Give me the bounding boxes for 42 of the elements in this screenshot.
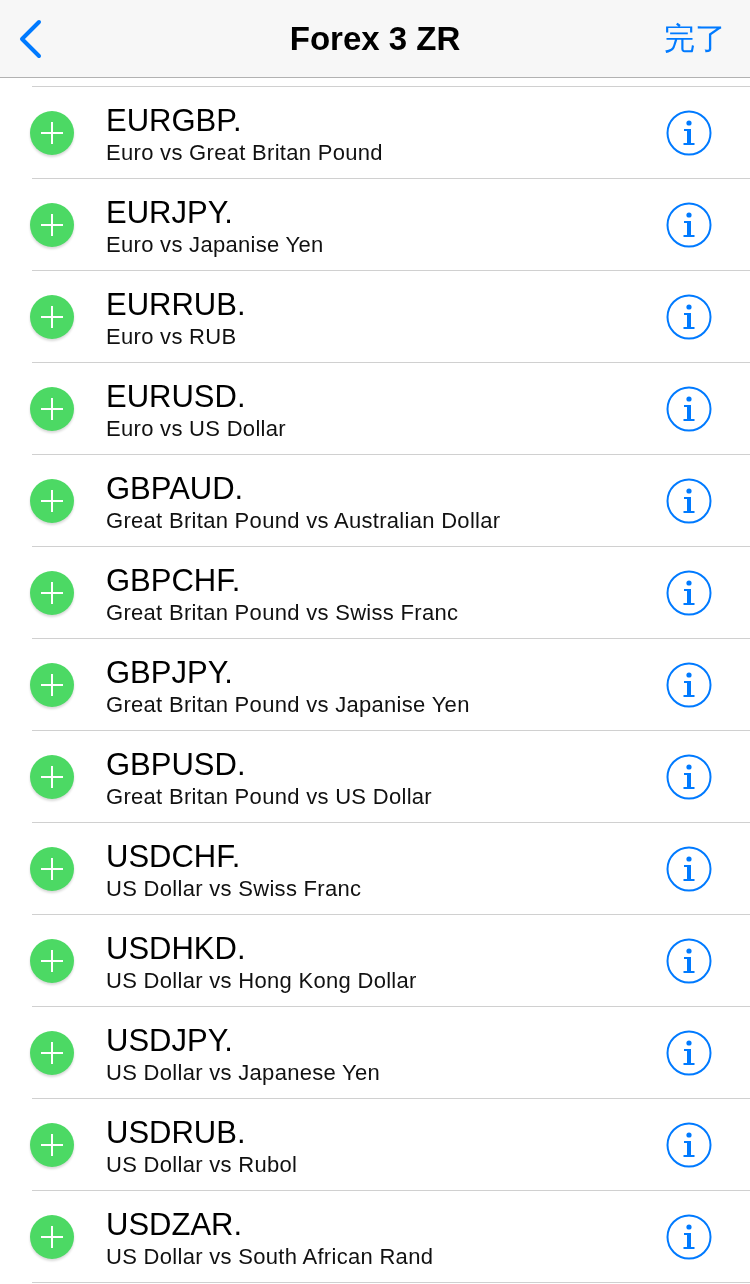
symbol-name: USDJPY. xyxy=(106,1022,233,1059)
symbol-description: US Dollar vs South African Rand xyxy=(106,1242,434,1271)
symbol-description: Great Britan Pound vs Swiss Franc xyxy=(106,598,459,627)
info-icon[interactable] xyxy=(666,1121,712,1168)
symbol-description: US Dollar vs Hong Kong Dollar xyxy=(106,966,417,995)
symbol-name: GBPAUD. xyxy=(106,470,244,507)
symbol-name: GBPCHF. xyxy=(106,562,241,599)
info-icon[interactable] xyxy=(666,1029,712,1076)
info-icon[interactable] xyxy=(666,569,712,616)
info-icon[interactable] xyxy=(666,385,712,432)
symbol-name: GBPUSD. xyxy=(106,746,246,783)
symbol-description: US Dollar vs Swiss Franc xyxy=(106,874,362,903)
symbol-description: Euro vs Great Britan Pound xyxy=(106,138,383,167)
symbol-name: EURRUB. xyxy=(106,286,246,323)
symbol-description: Euro vs RUB xyxy=(106,322,237,351)
symbol-description: Great Britan Pound vs US Dollar xyxy=(106,782,432,811)
info-icon[interactable] xyxy=(666,937,712,984)
symbol-name: EURJPY. xyxy=(106,194,233,231)
symbol-name: USDRUB. xyxy=(106,1114,246,1151)
symbol-name: USDCHF. xyxy=(106,838,241,875)
symbol-description: Euro vs Japanise Yen xyxy=(106,230,324,259)
info-icon[interactable] xyxy=(666,477,712,524)
symbol-name: GBPJPY. xyxy=(106,654,233,691)
symbol-description: US Dollar vs Japanese Yen xyxy=(106,1058,381,1087)
info-icon[interactable] xyxy=(666,293,712,340)
screen-title: Forex 3 ZR xyxy=(289,19,461,58)
info-icon[interactable] xyxy=(666,109,712,156)
symbol-description: Great Britan Pound vs Japanise Yen xyxy=(106,690,470,719)
symbol-name: USDHKD. xyxy=(106,930,246,967)
symbol-name: EURGBP. xyxy=(106,102,242,139)
info-icon[interactable] xyxy=(666,661,712,708)
symbol-name: EURUSD. xyxy=(106,378,246,415)
done-button[interactable]: 完了 xyxy=(664,17,726,60)
symbol-description: US Dollar vs Rubol xyxy=(106,1150,298,1179)
symbol-name: USDZAR. xyxy=(106,1206,243,1243)
info-icon[interactable] xyxy=(666,845,712,892)
symbol-description: Euro vs US Dollar xyxy=(106,414,286,443)
symbol-description: Great Britan Pound vs Australian Dollar xyxy=(106,506,501,535)
info-icon[interactable] xyxy=(666,1213,712,1260)
info-icon[interactable] xyxy=(666,753,712,800)
info-icon[interactable] xyxy=(666,201,712,248)
back-chevron-icon[interactable] xyxy=(18,18,42,59)
